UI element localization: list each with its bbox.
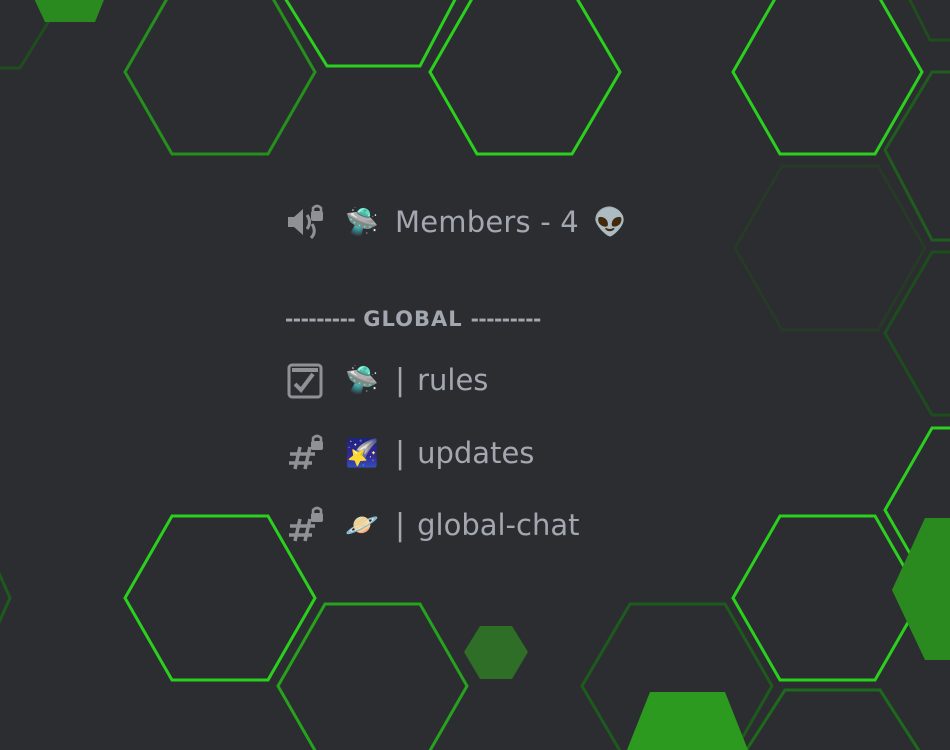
channel-separator: |	[395, 362, 406, 398]
hexagon-outline	[744, 688, 921, 750]
speaker-locked-icon	[285, 202, 327, 242]
hexagon-filled	[34, 0, 104, 22]
channel-separator: |	[395, 435, 406, 471]
ringed-planet-emoji: 🪐	[345, 509, 379, 541]
category-left-dashes: ---------	[285, 307, 356, 331]
hexagon-filled	[626, 692, 749, 750]
channel-rules[interactable]: 🛸 | rules	[285, 358, 488, 402]
ufo-emoji: 🛸	[345, 206, 379, 238]
hexagon-filled	[464, 626, 528, 679]
hashtag-locked-icon	[285, 433, 327, 473]
channel-separator: |	[395, 507, 406, 543]
hexagon-outline	[883, 250, 950, 417]
channel-updates[interactable]: 🌠 | updates	[285, 431, 534, 475]
ufo-emoji: 🛸	[345, 364, 379, 396]
hexagon-outline	[731, 514, 924, 682]
hexagon-outline	[0, 571, 12, 625]
category-title: GLOBAL	[363, 307, 463, 331]
channel-name: rules	[417, 363, 489, 397]
category-right-dashes: ---------	[470, 307, 542, 331]
category-global[interactable]: --------- GLOBAL ---------	[285, 304, 675, 334]
rules-icon	[285, 360, 327, 400]
alien-emoji: 👽	[593, 206, 627, 238]
hexagon-outline	[428, 0, 622, 156]
hexagon-outline	[883, 70, 950, 242]
hexagon-outline	[276, 602, 469, 750]
voice-channel-members[interactable]: 🛸 Members - 4 👽	[285, 200, 643, 244]
channel-global-chat[interactable]: 🪐 | global-chat	[285, 503, 579, 547]
voice-channel-label: Members - 4	[395, 205, 579, 239]
hexagon-outline	[908, 0, 950, 42]
shooting-star-emoji: 🌠	[345, 437, 379, 469]
channel-name: global-chat	[417, 508, 580, 542]
hexagon-outline	[733, 164, 927, 332]
hexagon-outline	[123, 0, 317, 156]
hexagon-outline	[731, 0, 924, 156]
hashtag-locked-icon	[285, 505, 327, 545]
channel-name: updates	[417, 436, 535, 470]
